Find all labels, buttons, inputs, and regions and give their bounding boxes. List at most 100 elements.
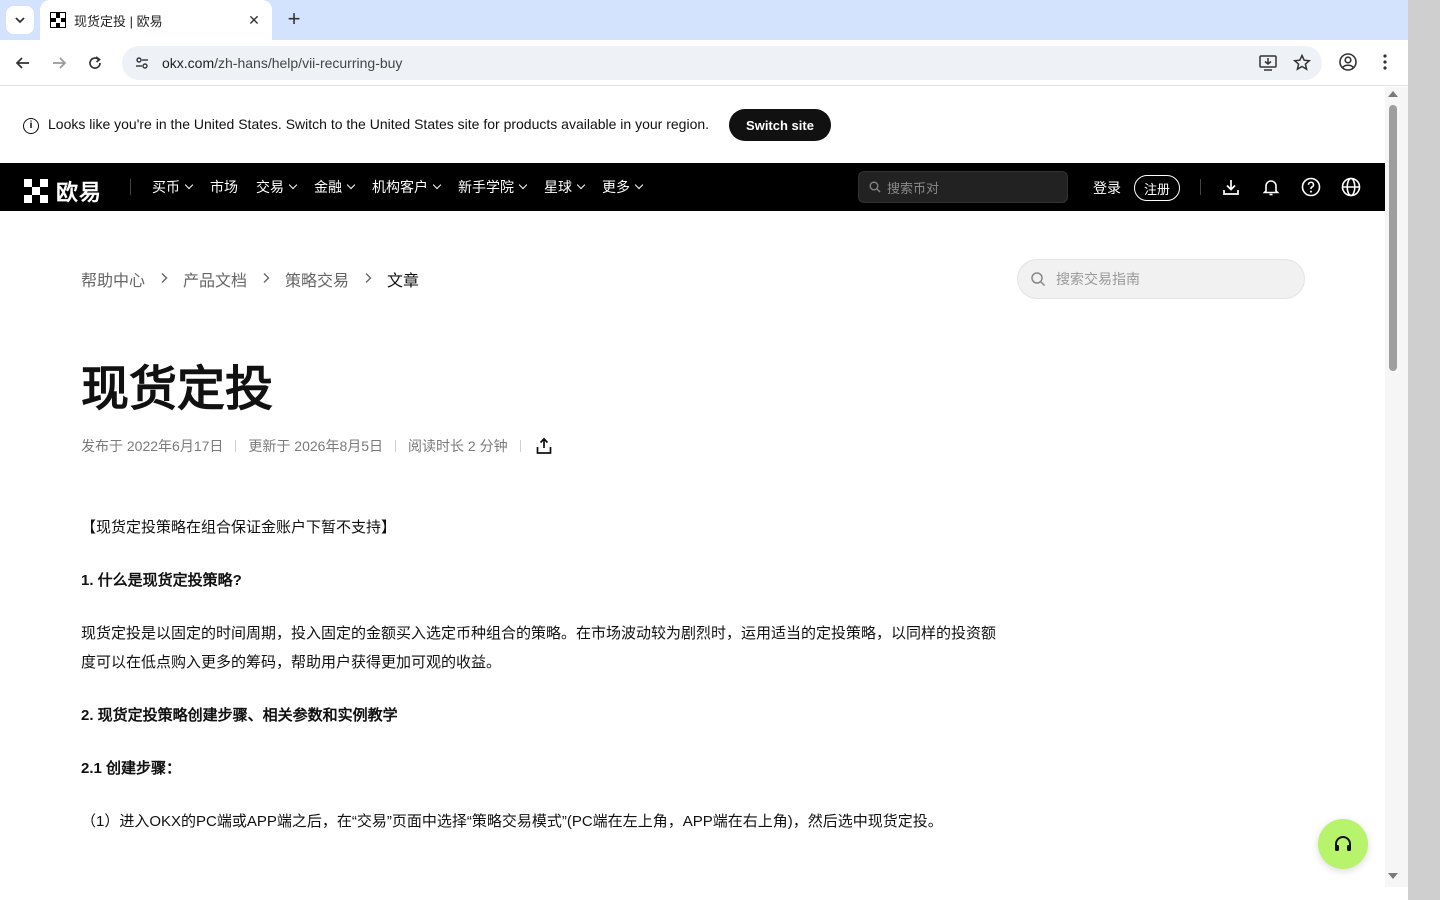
nav-item-label: 新手学院 — [458, 179, 514, 195]
nav-item[interactable]: 市场 — [210, 177, 238, 197]
read-time: 阅读时长 2 分钟 — [408, 438, 508, 454]
info-icon: i — [23, 118, 39, 134]
profile-icon — [1339, 53, 1357, 71]
nav-item[interactable]: 新手学院 — [458, 177, 528, 197]
section-heading: 1. 什么是现货定投策略? — [81, 572, 242, 589]
page-viewport: i Looks like you're in the United States… — [0, 87, 1385, 900]
reload-icon — [89, 56, 101, 69]
site-header: 欧易 买币 市场 交易 金融 机构客户 新手学院 星球 更多 搜索币对 登录 注册 — [0, 163, 1385, 211]
region-banner: i Looks like you're in the United States… — [0, 87, 1385, 163]
chevron-right-icon — [159, 271, 169, 287]
new-tab-button[interactable]: + — [282, 8, 306, 32]
nav-item[interactable]: 买币 — [152, 177, 194, 197]
site-info-icon[interactable] — [134, 55, 150, 71]
tab-close-icon[interactable]: ✕ — [246, 12, 262, 29]
profile-button[interactable] — [1338, 52, 1358, 77]
switch-site-button[interactable]: Switch site — [729, 109, 831, 141]
section-heading: 2.1 创建步骤： — [81, 760, 182, 777]
breadcrumb-current: 文章 — [387, 273, 420, 290]
globe-icon[interactable] — [1341, 177, 1361, 197]
nav-item[interactable]: 星球 — [544, 177, 586, 197]
nav-item[interactable]: 机构客户 — [372, 177, 442, 197]
breadcrumb-link[interactable]: 产品文档 — [183, 267, 247, 291]
paragraph: 【现货定投策略在组合保证金账户下暂不支持】 — [81, 519, 397, 536]
register-button[interactable]: 注册 — [1134, 175, 1180, 201]
coin-search-placeholder: 搜索币对 — [887, 180, 940, 196]
share-icon[interactable] — [535, 437, 553, 455]
desktop-background — [1408, 0, 1440, 900]
paragraph: （1）进入OKX的PC端或APP端之后，在“交易”页面中选择“策略交易模式”(P… — [81, 813, 943, 830]
help-search-placeholder: 搜索交易指南 — [1056, 271, 1140, 287]
support-chat-button[interactable] — [1318, 819, 1368, 869]
download-icon[interactable] — [1221, 177, 1241, 197]
address-bar[interactable]: okx.com/zh-hans/help/vii-recurring-buy — [122, 46, 1322, 80]
search-icon — [1031, 272, 1046, 287]
url-text: okx.com/zh-hans/help/vii-recurring-buy — [162, 55, 402, 71]
breadcrumb-link[interactable]: 帮助中心 — [81, 267, 145, 291]
url-host: okx.com — [162, 55, 215, 71]
scroll-thumb[interactable] — [1389, 105, 1397, 371]
nav-item-label: 金融 — [314, 179, 342, 195]
tab-title: 现货定投 | 欧易 — [74, 13, 163, 29]
nav-item-label: 机构客户 — [372, 179, 428, 195]
login-link[interactable]: 登录 — [1093, 178, 1121, 198]
headset-icon — [1335, 836, 1351, 851]
scroll-down-icon[interactable] — [1388, 873, 1398, 879]
paragraph: 现货定投是以固定的时间周期，投入固定的金额买入选定币种组合的策略。在市场波动较为… — [81, 625, 997, 671]
scroll-up-icon[interactable] — [1388, 91, 1398, 97]
bookmark-star-icon[interactable] — [1292, 53, 1312, 73]
coin-search-input[interactable]: 搜索币对 — [858, 171, 1068, 203]
meta-divider — [395, 440, 397, 452]
main-nav: 买币 市场 交易 金融 机构客户 新手学院 星球 更多 — [152, 163, 660, 211]
chevron-right-icon — [261, 271, 271, 287]
okx-logo-icon — [24, 179, 48, 203]
chevron-down-icon — [346, 180, 356, 190]
kebab-menu-icon — [1383, 54, 1387, 70]
banner-text: Looks like you're in the United States. … — [48, 116, 710, 132]
okx-favicon-icon — [50, 12, 66, 28]
chevron-down-icon — [432, 180, 442, 190]
nav-item-label: 交易 — [256, 179, 284, 195]
chevron-down-icon — [576, 180, 586, 190]
browser-window: 现货定投 | 欧易 ✕ + okx.com/zh-hans/help/vii-r… — [0, 0, 1408, 900]
back-button[interactable] — [12, 52, 34, 74]
nav-item[interactable]: 更多 — [602, 177, 644, 197]
help-icon[interactable] — [1301, 177, 1321, 197]
chevron-down-icon — [288, 180, 298, 190]
nav-divider — [130, 179, 131, 195]
nav-item-label: 市场 — [210, 179, 238, 195]
nav-divider-2 — [1200, 179, 1201, 195]
nav-item-label: 买币 — [152, 179, 180, 195]
published-date: 发布于 2022年6月17日 — [81, 438, 224, 454]
arrow-left-icon — [15, 57, 29, 69]
nav-item[interactable]: 金融 — [314, 177, 356, 197]
bell-icon[interactable] — [1261, 177, 1281, 197]
search-icon — [869, 181, 881, 193]
article-meta: 发布于 2022年6月17日 更新于 2026年8月5日 阅读时长 2 分钟 — [81, 436, 553, 456]
forward-button[interactable] — [48, 52, 70, 74]
chevron-down-icon — [184, 180, 194, 190]
logo-text: 欧易 — [56, 180, 103, 205]
nav-item[interactable]: 交易 — [256, 177, 298, 197]
chevron-down-icon — [15, 17, 25, 24]
chevron-down-icon — [518, 180, 528, 190]
article-title: 现货定投 — [81, 363, 274, 416]
browser-toolbar: okx.com/zh-hans/help/vii-recurring-buy — [0, 40, 1408, 86]
page-scrollbar[interactable] — [1385, 87, 1408, 887]
help-search-input[interactable]: 搜索交易指南 — [1017, 259, 1305, 299]
browser-tab[interactable]: 现货定投 | 欧易 ✕ — [40, 0, 272, 40]
url-path: /zh-hans/help/vii-recurring-buy — [214, 55, 403, 71]
okx-logo[interactable]: 欧易 — [24, 175, 102, 207]
breadcrumb-link[interactable]: 策略交易 — [285, 267, 349, 291]
tab-strip: 现货定投 | 欧易 ✕ + — [0, 0, 1408, 40]
browser-menu-button[interactable] — [1375, 52, 1395, 77]
reload-button[interactable] — [84, 52, 106, 74]
breadcrumb: 帮助中心 产品文档 策略交易 文章 — [81, 267, 419, 291]
tab-search-button[interactable] — [6, 6, 34, 34]
updated-date: 更新于 2026年8月5日 — [248, 438, 384, 454]
chevron-right-icon — [363, 271, 373, 287]
install-app-icon[interactable] — [1258, 53, 1278, 73]
article-body: 【现货定投策略在组合保证金账户下暂不支持】 1. 什么是现货定投策略? 现货定投是以… — [81, 513, 1001, 860]
nav-item-label: 更多 — [602, 179, 630, 195]
chevron-down-icon — [634, 180, 644, 190]
